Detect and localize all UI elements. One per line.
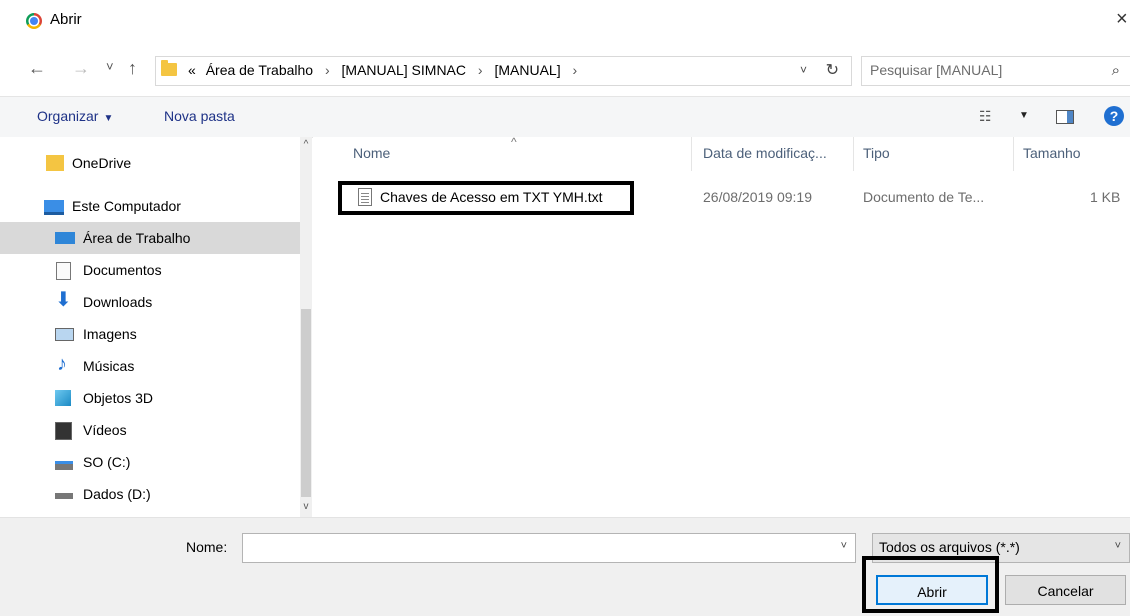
address-row: ← → ˅ ↑ « Área de Trabalho › [MANUAL] SI… <box>0 52 1130 88</box>
documents-icon <box>56 262 71 280</box>
sidebar-item-label: Área de Trabalho <box>83 230 191 246</box>
sidebar-item-label: Músicas <box>83 358 135 374</box>
drive-icon <box>55 493 73 499</box>
folder-icon <box>46 155 64 171</box>
file-list: ^ Nome Data de modificaç... Tipo Tamanho… <box>313 135 1130 517</box>
video-icon <box>55 422 72 440</box>
breadcrumb: « Área de Trabalho › [MANUAL] SIMNAC › [… <box>188 62 585 78</box>
sidebar-item-drive-c[interactable]: SO (C:) <box>0 446 300 478</box>
chevron-down-icon[interactable]: ˅ <box>800 63 807 77</box>
search-box: ⌕ <box>861 56 1130 86</box>
organize-label: Organizar <box>37 108 99 124</box>
sidebar-item-label: Downloads <box>83 294 153 310</box>
sidebar-item-desktop[interactable]: Área de Trabalho <box>0 222 300 254</box>
file-name-label: Nome: <box>186 539 228 555</box>
breadcrumb-separator[interactable]: › <box>470 62 491 78</box>
sidebar-item-label: OneDrive <box>72 155 132 171</box>
sidebar-item-pictures[interactable]: Imagens <box>0 318 300 350</box>
sidebar-item-label: Objetos 3D <box>83 390 154 406</box>
chrome-icon <box>26 13 42 29</box>
scroll-up-icon[interactable]: ^ <box>300 139 312 150</box>
refresh-icon[interactable]: ↻ <box>826 60 839 80</box>
pictures-icon <box>55 328 74 341</box>
drive-icon <box>55 461 73 470</box>
recent-locations-icon[interactable]: ˅ <box>106 59 114 74</box>
sidebar-item-videos[interactable]: Vídeos <box>0 414 300 446</box>
column-header-type[interactable]: Tipo <box>863 145 890 161</box>
sidebar-item-label: Imagens <box>83 326 137 342</box>
organize-button[interactable]: Organizar ▼ <box>37 108 113 124</box>
breadcrumb-item-simnac[interactable]: [MANUAL] SIMNAC <box>342 62 466 78</box>
file-type: Documento de Te... <box>863 189 985 205</box>
navigation-pane: OneDrive Este Computador Área de Trabalh… <box>0 137 312 517</box>
scroll-down-icon[interactable]: v <box>300 501 312 512</box>
column-header-size[interactable]: Tamanho <box>1023 145 1081 161</box>
open-button-highlight <box>862 556 999 613</box>
column-header-modified[interactable]: Data de modificaç... <box>703 145 827 161</box>
cancel-button[interactable]: Cancelar <box>1005 575 1126 605</box>
breadcrumb-separator[interactable]: › <box>564 62 585 78</box>
folder-icon <box>161 60 177 76</box>
breadcrumb-overflow[interactable]: « <box>188 62 196 78</box>
breadcrumb-item-manual[interactable]: [MANUAL] <box>494 62 560 78</box>
chevron-down-icon: ˅ <box>1114 540 1121 552</box>
navigation-scrollbar[interactable]: ^ v <box>300 137 312 517</box>
help-icon[interactable]: ? <box>1104 106 1124 126</box>
scrollbar-thumb[interactable] <box>301 309 311 497</box>
caret-down-icon: ▼ <box>103 113 114 124</box>
address-bar[interactable]: « Área de Trabalho › [MANUAL] SIMNAC › [… <box>155 56 852 86</box>
file-type-value: Todos os arquivos (*.*) <box>879 539 1020 555</box>
sidebar-item-label: Dados (D:) <box>83 486 151 502</box>
search-input[interactable] <box>868 61 1092 79</box>
text-file-icon <box>358 188 372 206</box>
breadcrumb-item-desktop[interactable]: Área de Trabalho <box>206 62 313 78</box>
command-toolbar: Organizar ▼ Nova pasta ☷ ▼ ? <box>0 96 1130 138</box>
breadcrumb-separator[interactable]: › <box>317 62 338 78</box>
file-modified: 26/08/2019 09:19 <box>703 189 812 205</box>
view-options-icon[interactable]: ☷ <box>979 108 992 125</box>
chevron-down-icon[interactable]: ˅ <box>841 540 847 552</box>
sidebar-item-downloads[interactable]: ⬇ Downloads <box>0 286 300 318</box>
column-divider[interactable] <box>691 137 692 171</box>
computer-icon <box>44 200 64 215</box>
new-folder-button[interactable]: Nova pasta <box>164 108 235 124</box>
sidebar-item-documents[interactable]: Documentos <box>0 254 300 286</box>
sidebar-item-3d-objects[interactable]: Objetos 3D <box>0 382 300 414</box>
cube-icon <box>55 390 71 406</box>
title-bar: Abrir × <box>0 0 1130 40</box>
forward-arrow-icon[interactable]: → <box>72 58 90 79</box>
file-name-input[interactable] <box>247 538 831 556</box>
file-name-box: ˅ <box>242 533 856 563</box>
column-divider[interactable] <box>1013 137 1014 171</box>
music-icon: ♪ <box>57 353 67 375</box>
dialog-title: Abrir <box>50 11 82 28</box>
sidebar-item-onedrive[interactable]: OneDrive <box>0 147 300 179</box>
back-arrow-icon[interactable]: ← <box>28 58 46 79</box>
open-file-dialog: Abrir × ← → ˅ ↑ « Área de Trabalho › [MA… <box>0 0 1130 616</box>
caret-down-icon[interactable]: ▼ <box>1019 110 1029 121</box>
file-size: 1 KB <box>1090 189 1121 205</box>
sidebar-item-label: SO (C:) <box>83 454 131 470</box>
search-icon[interactable]: ⌕ <box>1112 62 1120 79</box>
close-icon[interactable]: × <box>1116 8 1130 31</box>
sidebar-item-drive-d[interactable]: Dados (D:) <box>0 478 300 510</box>
preview-pane-icon[interactable] <box>1056 110 1074 124</box>
sidebar-item-label: Vídeos <box>83 422 127 438</box>
sidebar-item-label: Documentos <box>83 262 162 278</box>
file-name[interactable]: Chaves de Acesso em TXT YMH.txt <box>380 189 603 205</box>
column-divider[interactable] <box>853 137 854 171</box>
desktop-icon <box>55 232 75 244</box>
up-arrow-icon[interactable]: ↑ <box>128 58 137 79</box>
sort-caret-icon: ^ <box>511 135 517 149</box>
column-header-name[interactable]: Nome <box>353 145 390 161</box>
sidebar-item-music[interactable]: ♪ Músicas <box>0 350 300 382</box>
sidebar-item-label: Este Computador <box>72 198 181 214</box>
download-icon: ⬇ <box>55 289 72 311</box>
sidebar-item-this-pc[interactable]: Este Computador <box>0 190 300 222</box>
